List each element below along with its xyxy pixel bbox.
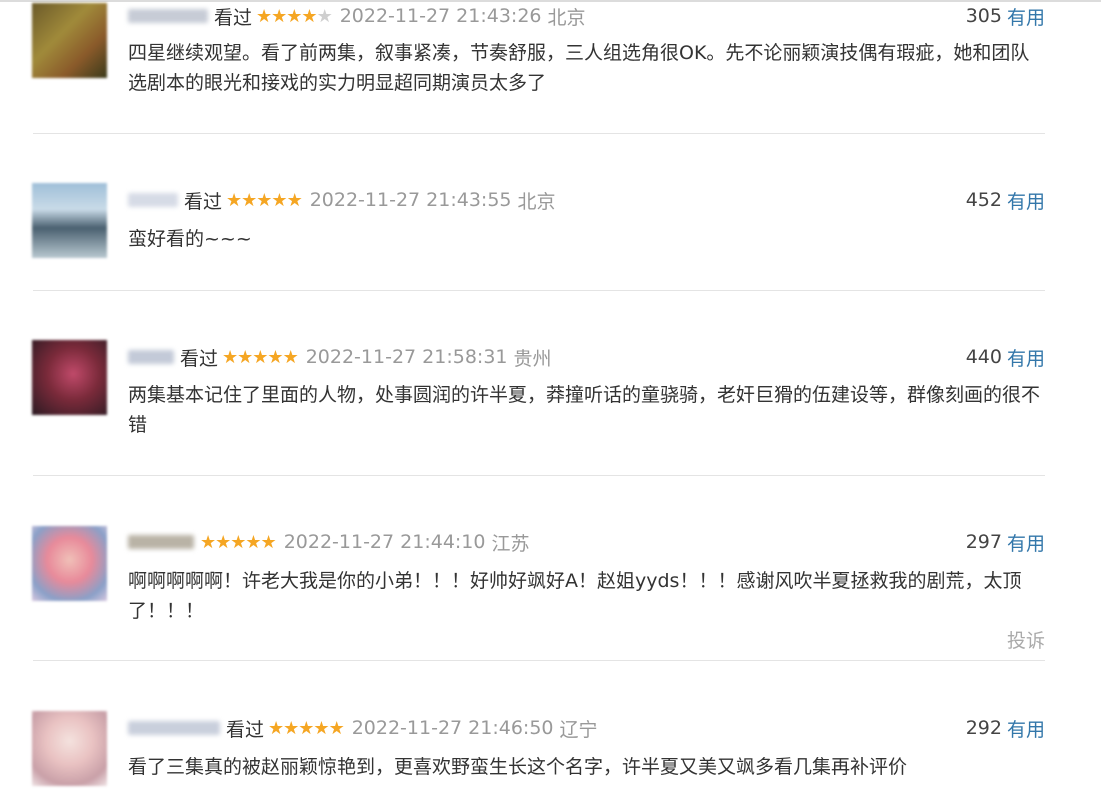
- comment-header: ★★★★★ 2022-11-27 21:44:10 江苏: [128, 528, 530, 556]
- comment-time: 2022-11-27 21:43:26: [339, 5, 542, 27]
- vote-area: 452 有用: [966, 186, 1045, 214]
- rating-stars-icon: ★★★★★: [256, 5, 333, 27]
- vote-area: 305 有用: [966, 2, 1045, 30]
- user-avatar[interactable]: [32, 340, 107, 415]
- watch-status: 看过: [214, 6, 253, 29]
- vote-count: 305: [965, 5, 1002, 27]
- comment-location: 北京: [547, 6, 586, 29]
- comment-location: 北京: [517, 190, 556, 213]
- watch-status: 看过: [226, 718, 265, 741]
- useful-button[interactable]: 有用: [1007, 715, 1045, 742]
- divider: [33, 475, 1045, 476]
- comment-header: 看过 ★★★★★ 2022-11-27 21:46:50 辽宁: [128, 714, 598, 742]
- comment-header: 看过 ★★★★★ 2022-11-27 21:43:55 北京: [128, 186, 556, 214]
- vote-count: 452: [965, 189, 1002, 211]
- comment-text: 四星继续观望。看了前两集，叙事紧凑，节奏舒服，三人组选角很OK。先不论丽颖演技偶…: [128, 42, 1030, 94]
- rating-stars-icon: ★★★★★: [268, 717, 345, 739]
- report-link[interactable]: 投诉: [1007, 626, 1045, 653]
- watch-status: 看过: [184, 190, 223, 213]
- username-blurred[interactable]: [128, 9, 208, 23]
- vote-count: 297: [965, 531, 1002, 553]
- useful-button[interactable]: 有用: [1007, 529, 1045, 556]
- username-blurred[interactable]: [128, 535, 194, 549]
- comment-header: 看过 ★★★★★ 2022-11-27 21:58:31 贵州: [128, 343, 552, 371]
- comment-time: 2022-11-27 21:46:50: [351, 717, 554, 739]
- comment-time: 2022-11-27 21:43:55: [309, 189, 512, 211]
- divider: [33, 290, 1045, 291]
- comment-location: 贵州: [513, 347, 552, 370]
- divider: [33, 133, 1045, 134]
- useful-button[interactable]: 有用: [1007, 3, 1045, 30]
- comment-location: 江苏: [491, 532, 530, 555]
- vote-area: 292 有用: [966, 714, 1045, 742]
- rating-stars-icon: ★★★★★: [200, 531, 277, 553]
- username-blurred[interactable]: [128, 350, 174, 364]
- comment-location: 辽宁: [559, 718, 598, 741]
- user-avatar[interactable]: [32, 711, 107, 786]
- divider: [33, 660, 1045, 661]
- user-avatar[interactable]: [32, 3, 107, 78]
- comment-text: 蛮好看的~~~: [128, 228, 252, 250]
- comment-text: 看了三集真的被赵丽颖惊艳到，更喜欢野蛮生长这个名字，许半夏又美又飒多看几集再补评…: [128, 756, 908, 778]
- vote-count: 292: [965, 717, 1002, 739]
- comment-header: 看过 ★★★★★ 2022-11-27 21:43:26 北京: [128, 2, 586, 30]
- vote-area: 297 有用: [966, 528, 1045, 556]
- useful-button[interactable]: 有用: [1007, 344, 1045, 371]
- comment-text: 两集基本记住了里面的人物，处事圆润的许半夏，莽撞听话的童骁骑，老奸巨猾的伍建设等…: [128, 384, 1041, 436]
- rating-stars-icon: ★★★★★: [222, 346, 299, 368]
- vote-count: 440: [965, 346, 1002, 368]
- vote-area: 440 有用: [966, 343, 1045, 371]
- useful-button[interactable]: 有用: [1007, 187, 1045, 214]
- comment-time: 2022-11-27 21:44:10: [283, 531, 486, 553]
- username-blurred[interactable]: [128, 721, 220, 735]
- comment-text: 啊啊啊啊啊！许老大我是你的小弟！！！好帅好飒好A！赵姐yyds！！！感谢风吹半夏…: [128, 570, 1022, 622]
- user-avatar[interactable]: [32, 526, 107, 601]
- comment-time: 2022-11-27 21:58:31: [305, 346, 508, 368]
- watch-status: 看过: [180, 347, 219, 370]
- user-avatar[interactable]: [32, 183, 107, 258]
- username-blurred[interactable]: [128, 193, 178, 207]
- rating-stars-icon: ★★★★★: [226, 189, 303, 211]
